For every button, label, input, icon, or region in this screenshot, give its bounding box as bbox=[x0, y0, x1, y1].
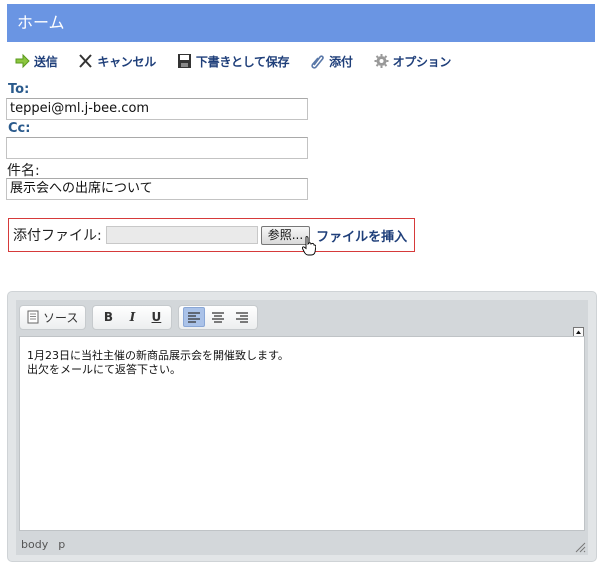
cc-field[interactable] bbox=[6, 137, 308, 159]
gear-icon bbox=[374, 54, 389, 68]
attachment-section: 添付ファイル: 参照... ファイルを挿入 bbox=[8, 218, 415, 252]
paperclip-icon bbox=[311, 55, 324, 69]
subject-label: 件名: bbox=[7, 163, 40, 179]
close-icon bbox=[79, 54, 93, 68]
align-group bbox=[178, 304, 259, 330]
hand-cursor-icon bbox=[302, 236, 316, 256]
attach-label: 添付 bbox=[329, 54, 353, 69]
to-field[interactable]: teppei@ml.j-bee.com bbox=[6, 98, 308, 120]
file-path-input[interactable] bbox=[105, 226, 258, 244]
editor-toolbar: ソース B I U bbox=[19, 302, 264, 332]
page-header: ホーム bbox=[7, 4, 595, 42]
element-path: body p bbox=[21, 538, 65, 551]
save-draft-label: 下書きとして保存 bbox=[195, 54, 290, 69]
source-group: ソース bbox=[19, 304, 87, 330]
path-p[interactable]: p bbox=[58, 538, 65, 551]
options-label: オプション bbox=[392, 54, 452, 69]
send-arrow-icon bbox=[15, 53, 30, 69]
page-title: ホーム bbox=[17, 13, 65, 32]
triangle-up-icon bbox=[576, 330, 581, 334]
rich-text-editor: ソース B I U 1月23日に当社主催の新商品展示会を開催致します。 出欠をメ… bbox=[7, 291, 597, 562]
to-label: To: bbox=[8, 82, 30, 97]
floppy-disk-icon bbox=[177, 54, 191, 68]
underline-button[interactable]: U bbox=[145, 307, 167, 327]
editor-frame: ソース B I U 1月23日に当社主催の新商品展示会を開催致します。 出欠をメ… bbox=[16, 300, 588, 555]
path-body[interactable]: body bbox=[21, 538, 48, 551]
document-icon bbox=[27, 310, 39, 324]
format-group: B I U bbox=[92, 304, 173, 330]
align-left-icon bbox=[188, 311, 201, 323]
cancel-label: キャンセル bbox=[97, 54, 156, 69]
insert-file-link[interactable]: ファイルを挿入 bbox=[316, 226, 407, 245]
attach-button[interactable]: 添付 bbox=[309, 53, 353, 70]
editor-content[interactable]: 1月23日に当社主催の新商品展示会を開催致します。 出欠をメールにて返答下さい。 bbox=[19, 336, 585, 531]
save-draft-button[interactable]: 下書きとして保存 bbox=[176, 53, 289, 70]
source-label: ソース bbox=[43, 310, 79, 325]
send-button[interactable]: 送信 bbox=[14, 53, 58, 70]
bold-button[interactable]: B bbox=[97, 307, 119, 327]
mail-toolbar: 送信 キャンセル 下書きとして保存 添付 オプション bbox=[14, 52, 471, 70]
align-center-button[interactable] bbox=[207, 307, 229, 327]
body-line-2: 出欠をメールにて返答下さい。 bbox=[27, 363, 181, 376]
subject-field[interactable]: 展示会への出席について bbox=[6, 178, 308, 200]
source-button[interactable]: ソース bbox=[23, 309, 82, 326]
options-button[interactable]: オプション bbox=[373, 53, 452, 70]
resize-grip-icon[interactable] bbox=[574, 541, 586, 553]
italic-button[interactable]: I bbox=[121, 307, 143, 327]
attachment-label: 添付ファイル: bbox=[13, 228, 102, 244]
align-right-icon bbox=[236, 311, 249, 323]
body-line-1: 1月23日に当社主催の新商品展示会を開催致します。 bbox=[27, 349, 289, 362]
cancel-button[interactable]: キャンセル bbox=[77, 53, 156, 70]
align-right-button[interactable] bbox=[231, 307, 253, 327]
align-center-icon bbox=[212, 311, 225, 323]
cc-label: Cc: bbox=[8, 121, 31, 136]
align-left-button[interactable] bbox=[183, 307, 206, 327]
send-label: 送信 bbox=[34, 54, 58, 69]
